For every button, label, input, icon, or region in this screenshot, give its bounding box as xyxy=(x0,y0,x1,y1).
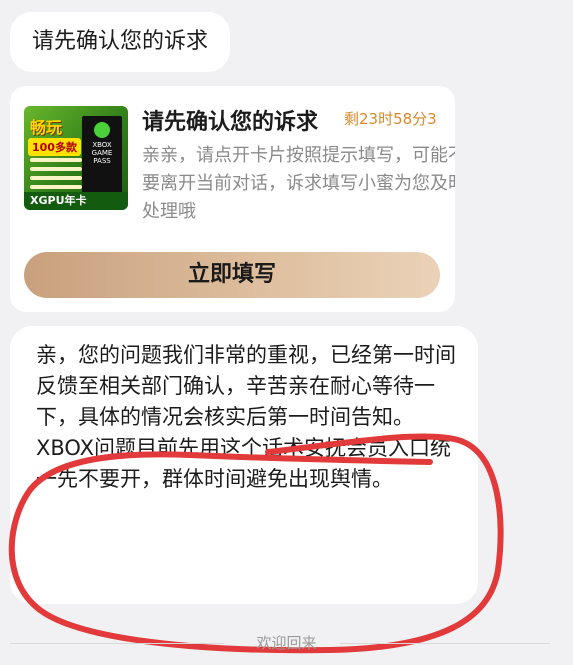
request-text: 请先确认您的诉求 xyxy=(32,29,209,54)
card-title: 请先确认您的诉求 xyxy=(142,110,319,135)
card-description: 亲亲，请点开卡片按照提示填写，可能不要离开当前对话，诉求填写小蜜为您及时处理哦 xyxy=(142,145,455,222)
message-text: 亲，您的问题我们非常的重视，已经第一时间反馈至相关部门确认，辛苦亲在耐心等待一下… xyxy=(36,343,456,491)
countdown-timer: 剩23时58分3 xyxy=(344,110,437,128)
thumbnail-footer: XGPU年卡 xyxy=(24,192,128,210)
xbox-box-image: XBOX GAME PASS xyxy=(82,116,122,194)
chat-bubble-request: 请先确认您的诉求 xyxy=(10,12,231,72)
xbox-box-label: XBOX GAME PASS xyxy=(91,141,113,165)
chat-bubble-message: 亲，您的问题我们非常的重视，已经第一时间反馈至相关部门确认，辛苦亲在耐心等待一下… xyxy=(10,326,478,604)
thumbnail-badge: 100多款 xyxy=(28,138,81,156)
request-card[interactable]: 畅玩 100多款 XBOX GAME PASS XGPU年卡 请先确认您的诉求 … xyxy=(10,86,455,312)
product-thumbnail: 畅玩 100多款 XBOX GAME PASS XGPU年卡 xyxy=(24,106,128,210)
welcome-back-label: 欢迎回来 xyxy=(256,634,317,652)
xbox-logo-icon xyxy=(94,122,110,138)
fill-now-button[interactable]: 立即填写 xyxy=(24,252,440,298)
thumbnail-ribbon: 畅玩 xyxy=(30,118,63,137)
thumbnail-lines xyxy=(30,158,82,194)
